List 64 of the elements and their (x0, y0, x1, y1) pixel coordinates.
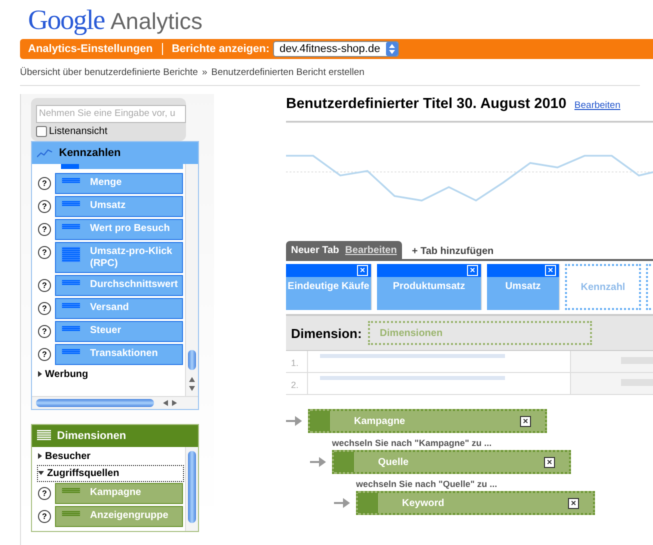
list-icon (37, 430, 51, 441)
metric-tile[interactable]: × Produktumsatz (377, 264, 482, 310)
vertical-scrollbar[interactable] (185, 446, 198, 530)
list-view-checkbox[interactable] (36, 126, 47, 136)
report-title: Benutzerdefinierter Titel 30. August 2010 (286, 96, 566, 112)
remove-button[interactable]: × (544, 456, 555, 468)
scroll-thumb[interactable] (188, 450, 196, 522)
help-icon[interactable]: ? (38, 324, 51, 338)
vertical-scrollbar[interactable] (185, 164, 198, 396)
metric-tile[interactable]: × Umsatz (487, 264, 560, 310)
dimension-group[interactable]: Besucher (38, 448, 183, 464)
scroll-arrows-icon[interactable] (162, 398, 178, 406)
drilldown-chip[interactable]: Keyword × (356, 491, 595, 515)
help-icon[interactable]: ? (38, 246, 51, 258)
reports-label: Berichte anzeigen: (172, 43, 270, 55)
row-number: 2. (286, 373, 308, 394)
search-field[interactable]: Nehmen Sie eine Eingabe vor, u (36, 104, 186, 122)
remove-button[interactable]: × (545, 265, 556, 276)
metrics-title: Kennzahlen (59, 146, 121, 158)
drilldown-chip[interactable]: Quelle × (332, 450, 571, 474)
arrow-icon (334, 497, 350, 509)
breadcrumb-link[interactable]: Übersicht über benutzerdefinierte Berichte (20, 67, 198, 78)
dimensions-title: Dimensionen (57, 430, 126, 442)
dimension-label: Dimension: (291, 326, 362, 340)
grip-icon (358, 493, 378, 513)
metric-chip[interactable] (61, 164, 183, 168)
grip-icon (334, 452, 354, 472)
add-tab-link[interactable]: + Tab hinzufügen (412, 246, 494, 259)
breadcrumb-separator: » (202, 67, 208, 78)
drilldown-chip[interactable]: Kampagne × (308, 409, 547, 433)
remove-button[interactable]: × (467, 265, 478, 276)
edit-link[interactable]: Bearbeiten (574, 100, 620, 111)
scroll-thumb[interactable] (188, 350, 196, 370)
profile-dropdown[interactable]: dev.4fitness-shop.de (272, 41, 400, 57)
scroll-thumb[interactable] (36, 398, 154, 406)
arrow-icon (286, 415, 302, 427)
help-icon[interactable]: ? (38, 510, 51, 522)
metric-group[interactable]: Werbung (38, 366, 183, 382)
report-tab[interactable]: Neuer Tab Bearbeiten (286, 241, 402, 259)
row-number: 1. (286, 351, 308, 372)
help-icon[interactable]: ? (38, 302, 51, 314)
arrow-icon (310, 456, 326, 468)
help-icon[interactable]: ? (38, 200, 51, 212)
help-icon[interactable]: ? (38, 348, 51, 360)
stepper-icon (386, 42, 398, 56)
horizontal-scrollbar[interactable] (32, 396, 198, 408)
metric-tile[interactable]: × Eindeutige Käufe (286, 264, 372, 310)
help-icon[interactable]: ? (38, 486, 51, 500)
scroll-arrows-icon[interactable] (188, 376, 196, 392)
help-icon[interactable]: ? (38, 278, 51, 292)
logo: Google Analytics (28, 5, 202, 38)
dimension-group[interactable]: Zugriffsquellen (38, 466, 183, 480)
tab-edit-link[interactable]: Bearbeiten (345, 245, 397, 256)
remove-button[interactable]: × (520, 416, 531, 426)
help-icon[interactable]: ? (38, 176, 51, 190)
breadcrumb-current: Benutzerdefinierten Bericht erstellen (211, 67, 364, 78)
remove-button[interactable]: × (568, 498, 579, 508)
drilldown-hint: wechseln Sie nach "Kampagne" zu ... (332, 438, 493, 448)
grip-icon (310, 411, 330, 431)
drilldown-hint: wechseln Sie nach "Quelle" zu ... (356, 479, 498, 489)
remove-button[interactable]: × (357, 265, 368, 276)
help-icon[interactable]: ? (38, 222, 51, 236)
line-chart-icon (37, 148, 53, 158)
list-view-label: Listenansicht (49, 126, 108, 136)
